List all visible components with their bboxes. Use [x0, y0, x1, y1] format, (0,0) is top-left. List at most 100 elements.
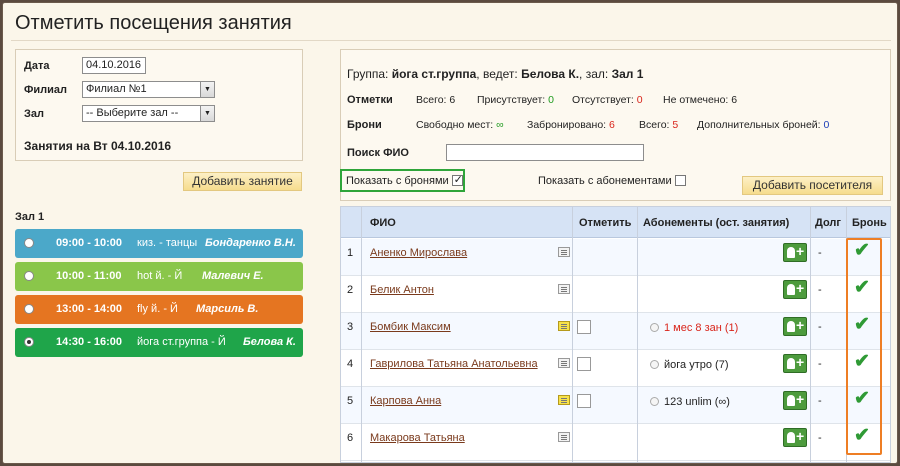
subscription-label: йога утро (7): [664, 359, 729, 371]
note-icon[interactable]: [558, 247, 570, 257]
slot-class-name: киз. - танцы: [137, 237, 198, 249]
slot-time: 09:00 - 10:00: [56, 237, 123, 249]
mark-attendance-checkbox[interactable]: [577, 320, 591, 334]
marks-present: Присутствует: 0: [477, 94, 554, 106]
subscription-label: 1 мес 8 зан (1): [664, 322, 739, 334]
note-icon[interactable]: [558, 284, 570, 294]
schedule-slot[interactable]: 10:00 - 11:00 hot й. - Й Малевич Е.: [15, 262, 303, 291]
show-subscriptions-checkbox[interactable]: [674, 175, 686, 186]
debt-value: -: [818, 432, 822, 444]
group-hall: Зал 1: [611, 67, 644, 81]
subscription-radio[interactable]: [650, 360, 659, 369]
slot-radio[interactable]: [24, 271, 34, 281]
slot-trainer: Белова К.: [243, 336, 296, 348]
row-number: 2: [347, 284, 354, 296]
marks-total: Всего: 6: [416, 94, 456, 106]
table-row: 6Макарова Татьяна-✔: [341, 424, 890, 461]
marks-unmarked: Не отмечено: 6: [663, 94, 738, 106]
row-number: 5: [347, 395, 354, 407]
slot-time: 13:00 - 14:00: [56, 303, 123, 315]
debt-value: -: [818, 284, 822, 296]
row-number: 3: [347, 321, 354, 333]
schedule-hall-label: Зал 1: [15, 211, 45, 223]
note-icon[interactable]: [558, 432, 570, 442]
header-mark: Отметить: [579, 217, 632, 229]
filter-panel: Дата 04.10.2016 Филиал Филиал №1 ▼ Зал -…: [15, 49, 303, 161]
search-label: Поиск ФИО: [347, 147, 409, 159]
slot-trainer: Марсиль В.: [196, 303, 259, 315]
group-summary: Группа: йога ст.группа, ведет: Белова К.…: [347, 67, 644, 81]
bookings-booked: Забронировано: 6: [527, 119, 615, 131]
add-subscription-icon[interactable]: [783, 317, 807, 336]
member-name-link[interactable]: Гаврилова Татьяна Анатольевна: [370, 358, 538, 370]
hall-select-label: Зал: [24, 108, 44, 120]
row-number: 1: [347, 247, 354, 259]
column-divider: [361, 207, 362, 462]
branch-select[interactable]: Филиал №1 ▼: [82, 81, 215, 98]
group-name: йога ст.группа: [391, 67, 477, 81]
schedule-slot[interactable]: 09:00 - 10:00 киз. - танцы Бондаренко В.Н.: [15, 229, 303, 258]
table-row: 2Белик Антон-✔: [341, 276, 890, 313]
add-subscription-icon[interactable]: [783, 391, 807, 410]
add-subscription-icon[interactable]: [783, 280, 807, 299]
mark-attendance-checkbox[interactable]: [577, 394, 591, 408]
search-fio-input[interactable]: [446, 144, 644, 161]
sessions-date-title: Занятия на Вт 04.10.2016: [24, 139, 172, 153]
subscription-radio[interactable]: [650, 397, 659, 406]
member-name-link[interactable]: Бомбик Максим: [370, 321, 451, 333]
add-visitor-button[interactable]: Добавить посетителя: [742, 176, 883, 195]
booking-column-highlight: [846, 238, 882, 455]
note-icon[interactable]: [558, 395, 570, 405]
debt-value: -: [818, 321, 822, 333]
bookings-total: Всего: 5: [639, 119, 679, 131]
slot-trainer: Бондаренко В.Н.: [205, 237, 296, 249]
show-subscriptions-toggle[interactable]: Показать с абонементами: [538, 175, 686, 187]
slot-class-name: fly й. - Й: [137, 303, 178, 315]
slot-time: 14:30 - 16:00: [56, 336, 123, 348]
header-subscriptions: Абонементы (ост. занятия): [643, 217, 790, 229]
debt-value: -: [818, 395, 822, 407]
row-number: 4: [347, 358, 354, 370]
table-row: 4 Гаврилова Татьяна Анатольевна йога утро …: [341, 350, 890, 387]
debt-value: -: [818, 247, 822, 259]
table-row: 1Аненко Мирослава-✔: [341, 239, 890, 276]
bookings-extra: Дополнительных броней: 0: [697, 119, 830, 131]
add-session-button[interactable]: Добавить занятие: [183, 172, 302, 191]
date-input[interactable]: 04.10.2016: [82, 57, 146, 74]
header-debt: Долг: [815, 217, 841, 229]
schedule-slot[interactable]: 14:30 - 16:00 йога ст.группа - Й Белова К.: [15, 328, 303, 357]
subscription-radio[interactable]: [650, 323, 659, 332]
hall-select[interactable]: -- Выберите зал -- ▼: [82, 105, 215, 122]
add-subscription-icon[interactable]: [783, 354, 807, 373]
slot-radio[interactable]: [24, 238, 34, 248]
show-bookings-highlight: [340, 169, 465, 192]
branch-label: Филиал: [24, 84, 68, 96]
table-header: ФИО Отметить Абонементы (ост. занятия) Д…: [341, 207, 890, 238]
note-icon[interactable]: [558, 321, 570, 331]
mark-attendance-checkbox[interactable]: [577, 357, 591, 371]
column-divider: [572, 207, 573, 462]
slot-radio[interactable]: [24, 337, 34, 347]
header-booking: Бронь: [852, 217, 887, 229]
main-frame: Отметить посещения занятия Дата 04.10.20…: [2, 2, 898, 464]
row-number: 6: [347, 432, 354, 444]
schedule-slot[interactable]: 13:00 - 14:00 fly й. - Й Марсиль В.: [15, 295, 303, 324]
member-name-link[interactable]: Карпова Анна: [370, 395, 441, 407]
chevron-down-icon: ▼: [200, 82, 214, 97]
member-name-link[interactable]: Макарова Татьяна: [370, 432, 465, 444]
header-fio: ФИО: [370, 217, 396, 229]
table-row: 3Бомбик Максим1 мес 8 зан (1)-✔: [341, 313, 890, 350]
add-subscription-icon[interactable]: [783, 243, 807, 262]
slot-class-name: hot й. - Й: [137, 270, 183, 282]
title-divider: [11, 40, 891, 41]
debt-value: -: [818, 358, 822, 370]
note-icon[interactable]: [558, 358, 570, 368]
column-divider: [810, 207, 811, 462]
member-name-link[interactable]: Белик Антон: [370, 284, 434, 296]
member-name-link[interactable]: Аненко Мирослава: [370, 247, 467, 259]
slot-radio[interactable]: [24, 304, 34, 314]
slot-time: 10:00 - 11:00: [56, 270, 122, 282]
group-leader: Белова К.: [521, 67, 580, 81]
slot-class-name: йога ст.группа - Й: [137, 336, 226, 348]
add-subscription-icon[interactable]: [783, 428, 807, 447]
